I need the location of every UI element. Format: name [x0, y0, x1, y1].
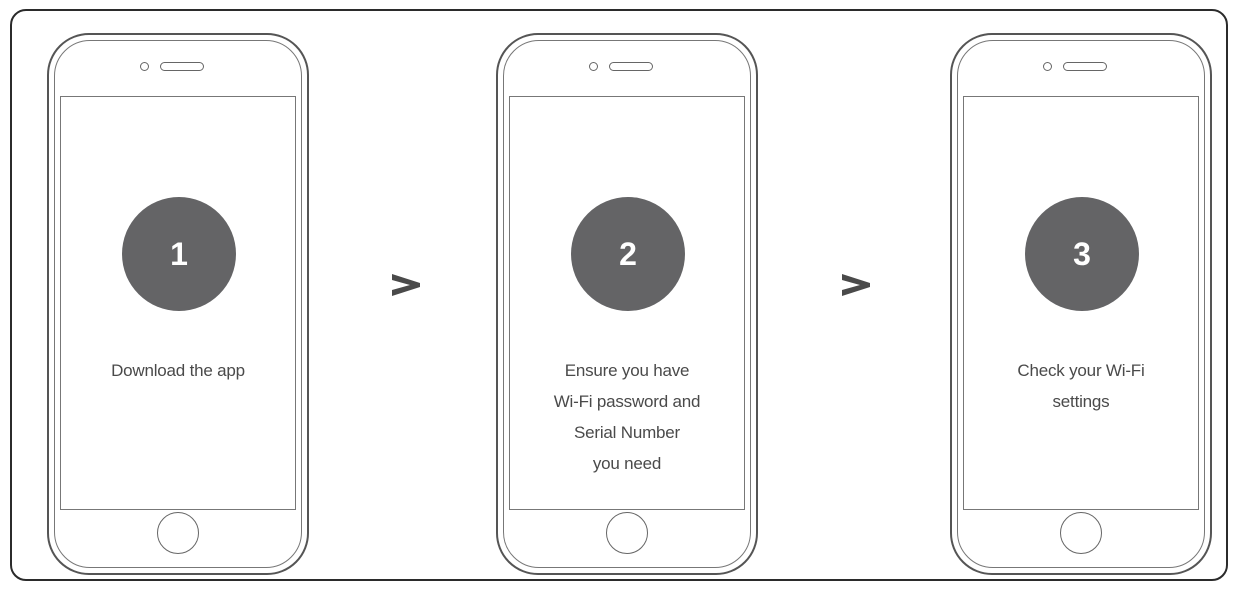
step-number-circle: 1	[122, 197, 236, 311]
arrow-right-icon	[392, 274, 420, 296]
arrow-right-icon	[842, 274, 870, 296]
speaker-icon	[609, 62, 653, 71]
home-button-icon	[606, 512, 648, 554]
phone-step-1: 1 Download the app	[47, 33, 309, 575]
phone-screen: 1 Download the app	[60, 96, 296, 510]
step-number: 3	[1073, 235, 1091, 272]
phone-screen: 3 Check your Wi-Fi settings	[963, 96, 1199, 510]
camera-icon	[589, 62, 598, 71]
phone-screen: 2 Ensure you have Wi-Fi password and Ser…	[509, 96, 745, 510]
camera-icon	[1043, 62, 1052, 71]
speaker-icon	[160, 62, 204, 71]
step-number: 1	[170, 235, 188, 272]
home-button-icon	[157, 512, 199, 554]
camera-icon	[140, 62, 149, 71]
step-number: 2	[619, 235, 637, 272]
step-description: Check your Wi-Fi settings	[1017, 361, 1145, 411]
step-description: Ensure you have Wi-Fi password and Seria…	[553, 361, 701, 473]
home-button-icon	[1060, 512, 1102, 554]
speaker-icon	[1063, 62, 1107, 71]
step-description: Download the app	[111, 361, 245, 380]
phone-step-3: 3 Check your Wi-Fi settings	[950, 33, 1212, 575]
phone-step-2: 2 Ensure you have Wi-Fi password and Ser…	[496, 33, 758, 575]
step-number-circle: 2	[571, 197, 685, 311]
step-number-circle: 3	[1025, 197, 1139, 311]
